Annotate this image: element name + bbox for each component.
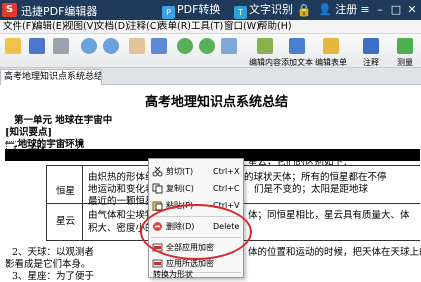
open-button[interactable] (2, 36, 24, 56)
edit-form-icon (323, 38, 339, 54)
close-icon[interactable]: ✕ (404, 2, 420, 18)
hand-icon (129, 38, 145, 54)
menu-tools[interactable]: 工具(T) (191, 21, 223, 33)
table-label-nebula: 星云 (56, 216, 76, 227)
select-tool-button[interactable] (148, 36, 170, 56)
print-button[interactable] (50, 36, 72, 56)
copy-label: 复制(C) (166, 184, 194, 193)
fit-page-button[interactable] (218, 36, 240, 56)
redo-button[interactable] (100, 36, 122, 56)
pdf-convert-button[interactable]: P PDF转换 (158, 2, 224, 19)
menu-view[interactable]: 视图(V) (64, 21, 97, 33)
pdf-convert-label: PDF转换 (177, 3, 221, 16)
annotate-label: 注释 (363, 58, 379, 67)
scissors-icon (152, 166, 163, 177)
add-text-button[interactable]: 添加文本 (281, 36, 313, 67)
menu-file[interactable]: 文件(F) (3, 21, 35, 33)
print-icon (53, 38, 69, 54)
title-bar: S 迅捷PDF编辑器 P PDF转换 T 文字识别 🔒 👤 注册 ≡ – □ ✕ (0, 0, 421, 20)
edit-content-icon (257, 38, 273, 54)
paragraph-text: 体的位置和运动的时候，把天体在天球上的投 (248, 247, 421, 258)
menu-icon[interactable]: ≡ (357, 2, 373, 18)
annotate-icon (363, 38, 379, 54)
page-title: 高考地理知识点系统总结 (145, 95, 289, 110)
menu-comment[interactable]: 注释(C) (127, 21, 160, 33)
cut-shortcut: Ctrl+X (213, 167, 240, 176)
zoom-in-icon (199, 38, 215, 54)
edit-content-button[interactable]: 编辑内容 (249, 36, 281, 67)
measure-button[interactable]: 测量 (394, 36, 416, 67)
redo-icon (103, 38, 119, 54)
tab-strip: 高考地理知识点系统总结 * (0, 68, 421, 85)
app-logo-icon: S (2, 3, 17, 17)
menu-item-copy[interactable]: 复制(C) Ctrl+C (149, 180, 243, 197)
measure-label: 测量 (397, 58, 413, 67)
login-button[interactable]: 👤 注册 (318, 2, 357, 18)
ocr-label: 文字识别 (249, 3, 293, 16)
undo-button[interactable] (78, 36, 100, 56)
table-label-star: 恒星 (56, 186, 76, 197)
edit-form-button[interactable]: 编辑表单 (315, 36, 347, 67)
table-cell-text: 体；同恒星相比，星云具有质量大、体 (248, 210, 410, 221)
lock-icon[interactable]: 🔒 (296, 2, 312, 18)
cursor-icon (151, 38, 167, 54)
minimize-icon[interactable]: – (372, 2, 388, 18)
hand-tool-button[interactable] (126, 36, 148, 56)
edit-form-label: 编辑表单 (315, 58, 347, 67)
table-cell-text: 们是不变的；太阳是距地球 (254, 184, 369, 195)
fit-page-icon (221, 38, 237, 54)
zoom-in-button[interactable] (196, 36, 218, 56)
convert-shape-label: 转换为形状 (153, 270, 193, 279)
zoom-out-icon (177, 38, 193, 54)
copy-icon (152, 183, 163, 194)
ocr-icon: T (234, 6, 247, 19)
ocr-button[interactable]: T 文字识别 (234, 2, 293, 19)
menu-edit[interactable]: 编辑(E) (33, 21, 65, 33)
measure-icon (397, 38, 413, 54)
save-icon (29, 38, 45, 54)
menu-bar: 文件(F) 编辑(E) 视图(V) 文档(D) 注释(C) 表单(R) 工具(T… (0, 20, 421, 34)
user-icon: 👤 (318, 3, 332, 16)
edit-content-label: 编辑内容 (249, 58, 281, 67)
redaction-icon (152, 258, 163, 269)
pdf-icon: P (162, 6, 175, 19)
menu-window[interactable]: 窗口(W) (224, 21, 260, 33)
menu-document[interactable]: 文档(D) (95, 21, 129, 33)
folder-icon (5, 38, 21, 54)
annotate-button[interactable]: 注释 (360, 36, 382, 67)
menu-item-cut[interactable]: 剪切(T) Ctrl+X (149, 163, 243, 180)
toolbar: 编辑内容 添加文本 编辑表单 注释 测量 (0, 34, 421, 68)
highlight-annotation (140, 204, 252, 260)
menu-form[interactable]: 表单(R) (158, 21, 191, 33)
copy-shortcut: Ctrl+C (213, 184, 240, 193)
menu-help[interactable]: 帮助(H) (258, 21, 292, 33)
save-button[interactable] (26, 36, 48, 56)
document-tab[interactable]: 高考地理知识点系统总结 * (0, 69, 102, 85)
menu-item-convert-shape[interactable]: 转换为形状 (149, 271, 243, 279)
undo-icon (81, 38, 97, 54)
login-label: 注册 (335, 3, 358, 16)
add-text-icon (289, 38, 305, 54)
zoom-out-button[interactable] (174, 36, 196, 56)
add-text-label: 添加文本 (281, 58, 313, 67)
app-title: 迅捷PDF编辑器 (21, 5, 98, 18)
maximize-icon[interactable]: □ (388, 2, 404, 18)
cut-label: 剪切(T) (166, 167, 194, 176)
